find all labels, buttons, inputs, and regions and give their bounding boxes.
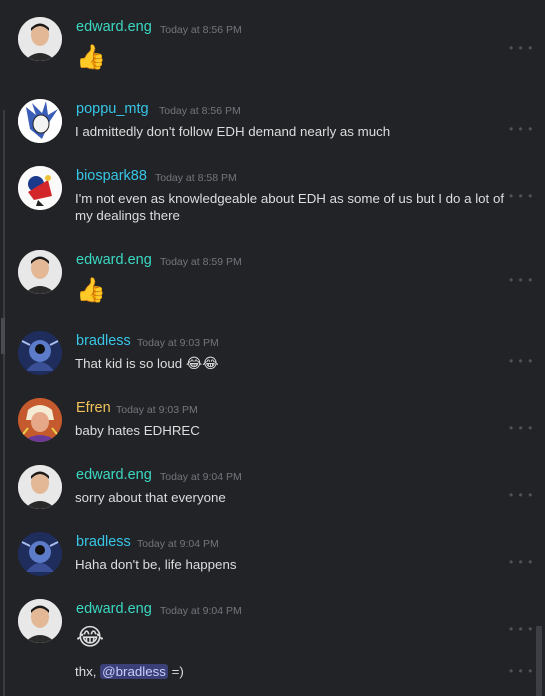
scrollbar-thumb[interactable] — [536, 626, 542, 696]
person-avatar[interactable] — [18, 250, 62, 294]
more-options-icon[interactable]: • • • — [509, 664, 533, 678]
laughing-emoji: 😂 — [76, 624, 105, 651]
timestamp: Today at 8:56 PM — [159, 105, 241, 117]
message-text: baby hates EDHREC — [75, 423, 200, 438]
timestamp: Today at 8:56 PM — [160, 24, 242, 36]
anime-avatar[interactable] — [18, 99, 62, 143]
more-options-icon[interactable]: • • • — [509, 555, 533, 569]
message-text: Haha don't be, life happens — [75, 557, 237, 572]
timestamp: Today at 9:04 PM — [160, 605, 242, 617]
message-text-prefix: thx, — [75, 664, 97, 679]
username[interactable]: edward.eng — [76, 601, 152, 617]
more-options-icon[interactable]: • • • — [509, 273, 533, 287]
more-options-icon[interactable]: • • • — [509, 488, 533, 502]
message-text: I admittedly don't follow EDH demand nea… — [75, 124, 391, 139]
more-options-icon[interactable]: • • • — [509, 421, 533, 435]
username[interactable]: bradless — [76, 534, 131, 550]
more-options-icon[interactable]: • • • — [509, 122, 533, 136]
laughing-emoji: 😂😂 — [185, 355, 219, 371]
username[interactable]: edward.eng — [76, 19, 152, 35]
username[interactable]: edward.eng — [76, 252, 152, 268]
username[interactable]: bradless — [76, 333, 131, 349]
more-options-icon[interactable]: • • • — [509, 622, 533, 636]
message-text-suffix: =) — [171, 664, 184, 679]
timestamp: Today at 9:03 PM — [137, 337, 219, 349]
username[interactable]: Efren — [76, 400, 111, 416]
rail-marker — [1, 318, 5, 354]
timestamp: Today at 9:04 PM — [160, 471, 242, 483]
more-options-icon[interactable]: • • • — [509, 189, 533, 203]
more-options-icon[interactable]: • • • — [509, 354, 533, 368]
blue-art-avatar[interactable] — [18, 532, 62, 576]
timestamp: Today at 9:03 PM — [116, 404, 198, 416]
timestamp: Today at 8:59 PM — [160, 256, 242, 268]
message-text: thx, @bradless =) — [75, 663, 505, 680]
username[interactable]: poppu_mtg — [76, 101, 149, 117]
chat-message-list: edward.eng Today at 8:56 PM 👍 • • • popp… — [0, 0, 545, 696]
user-mention[interactable]: @bradless — [100, 664, 168, 679]
message-text: That kid is so loud 😂😂 — [75, 355, 505, 372]
message-text: I'm not even as knowledgeable about EDH … — [75, 191, 505, 223]
message-text: sorry about that everyone — [75, 490, 226, 505]
username[interactable]: biospark88 — [76, 168, 147, 184]
channel-rail — [3, 110, 5, 696]
more-options-icon[interactable]: • • • — [509, 41, 533, 55]
username[interactable]: edward.eng — [76, 467, 152, 483]
blue-art-avatar[interactable] — [18, 331, 62, 375]
timestamp: Today at 8:58 PM — [155, 172, 237, 184]
thumbs-up-emoji: 👍 — [76, 44, 106, 71]
person-avatar[interactable] — [18, 599, 62, 643]
cartoon-avatar[interactable] — [18, 166, 62, 210]
person-avatar[interactable] — [18, 17, 62, 61]
timestamp: Today at 9:04 PM — [137, 538, 219, 550]
thumbs-up-emoji: 👍 — [76, 277, 106, 304]
message-text-content: That kid is so loud — [75, 356, 183, 371]
wrestler-avatar[interactable] — [18, 398, 62, 442]
person-avatar[interactable] — [18, 465, 62, 509]
